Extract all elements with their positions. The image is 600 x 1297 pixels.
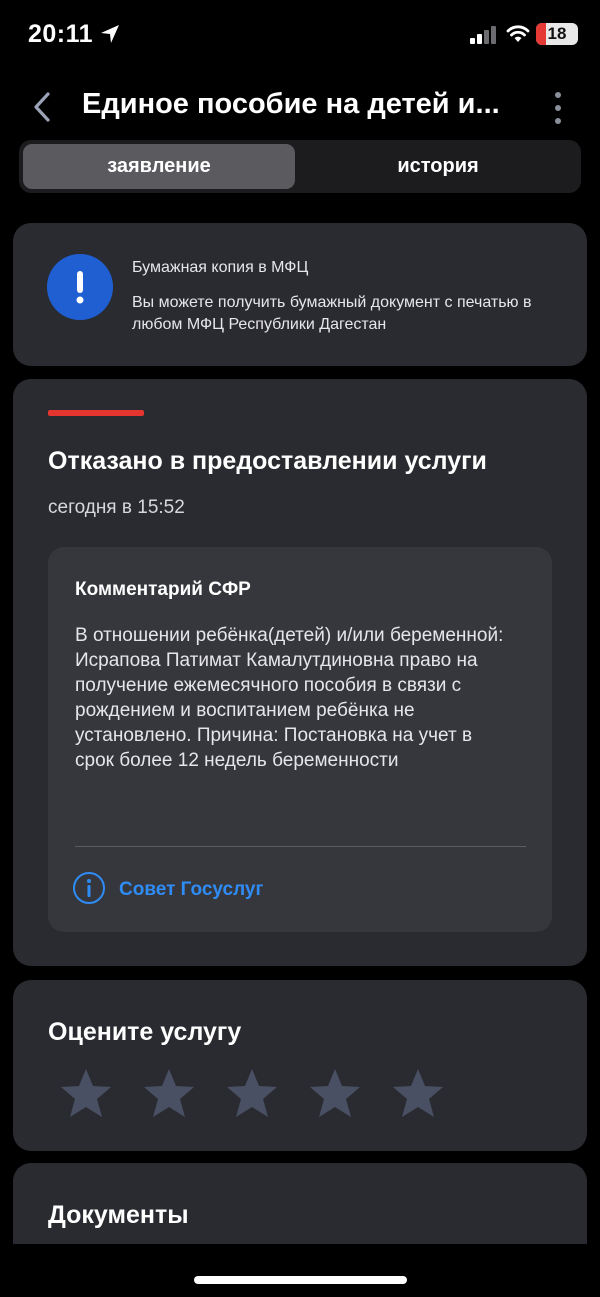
star-icon[interactable] (141, 1066, 197, 1122)
star-rating (58, 1066, 478, 1122)
segmented-tabs: заявление история (19, 140, 581, 193)
status-time: 20:11 (28, 20, 94, 48)
comment-text: В отношении ребёнка(детей) и/или беремен… (75, 625, 504, 771)
nav-header: Единое пособие на детей и... (0, 82, 600, 132)
star-icon[interactable] (224, 1066, 280, 1122)
home-indicator[interactable] (194, 1276, 407, 1284)
documents-card[interactable]: Документы (13, 1163, 587, 1244)
cellular-signal-icon (470, 26, 496, 44)
tab-application[interactable]: заявление (23, 144, 295, 189)
divider (75, 846, 526, 847)
comment-box: Комментарий СФР В отношении ребёнка(дете… (48, 547, 552, 932)
battery-icon: 18 (536, 23, 578, 45)
advice-label: Совет Госуслуг (119, 879, 264, 900)
documents-title: Документы (48, 1201, 189, 1229)
status-bar: 20:11 18 (0, 0, 600, 72)
exclamation-icon (47, 254, 113, 320)
status-indicator-bar (48, 410, 144, 416)
rating-title: Оцените услугу (48, 1018, 242, 1046)
rating-card: Оцените услугу (13, 980, 587, 1151)
status-title: Отказано в предоставлении услуги (48, 447, 487, 475)
star-icon[interactable] (58, 1066, 114, 1122)
location-arrow-icon (101, 25, 119, 43)
chevron-left-icon[interactable] (30, 90, 56, 124)
info-card: Бумажная копия в МФЦ Вы можете получить … (13, 223, 587, 366)
info-title: Бумажная копия в МФЦ (132, 259, 309, 276)
star-icon[interactable] (390, 1066, 446, 1122)
info-text: Вы можете получить бумажный документ с п… (132, 294, 532, 333)
more-vertical-icon[interactable] (546, 88, 570, 128)
wifi-icon (506, 25, 530, 42)
application-status-card: Отказано в предоставлении услуги сегодня… (13, 379, 587, 966)
tab-history[interactable]: история (299, 144, 577, 189)
comment-title: Комментарий СФР (75, 579, 251, 600)
page-title: Единое пособие на детей и... (82, 88, 500, 120)
star-icon[interactable] (307, 1066, 363, 1122)
info-circle-icon (73, 872, 105, 904)
status-date: сегодня в 15:52 (48, 497, 185, 518)
battery-level: 18 (547, 24, 567, 43)
